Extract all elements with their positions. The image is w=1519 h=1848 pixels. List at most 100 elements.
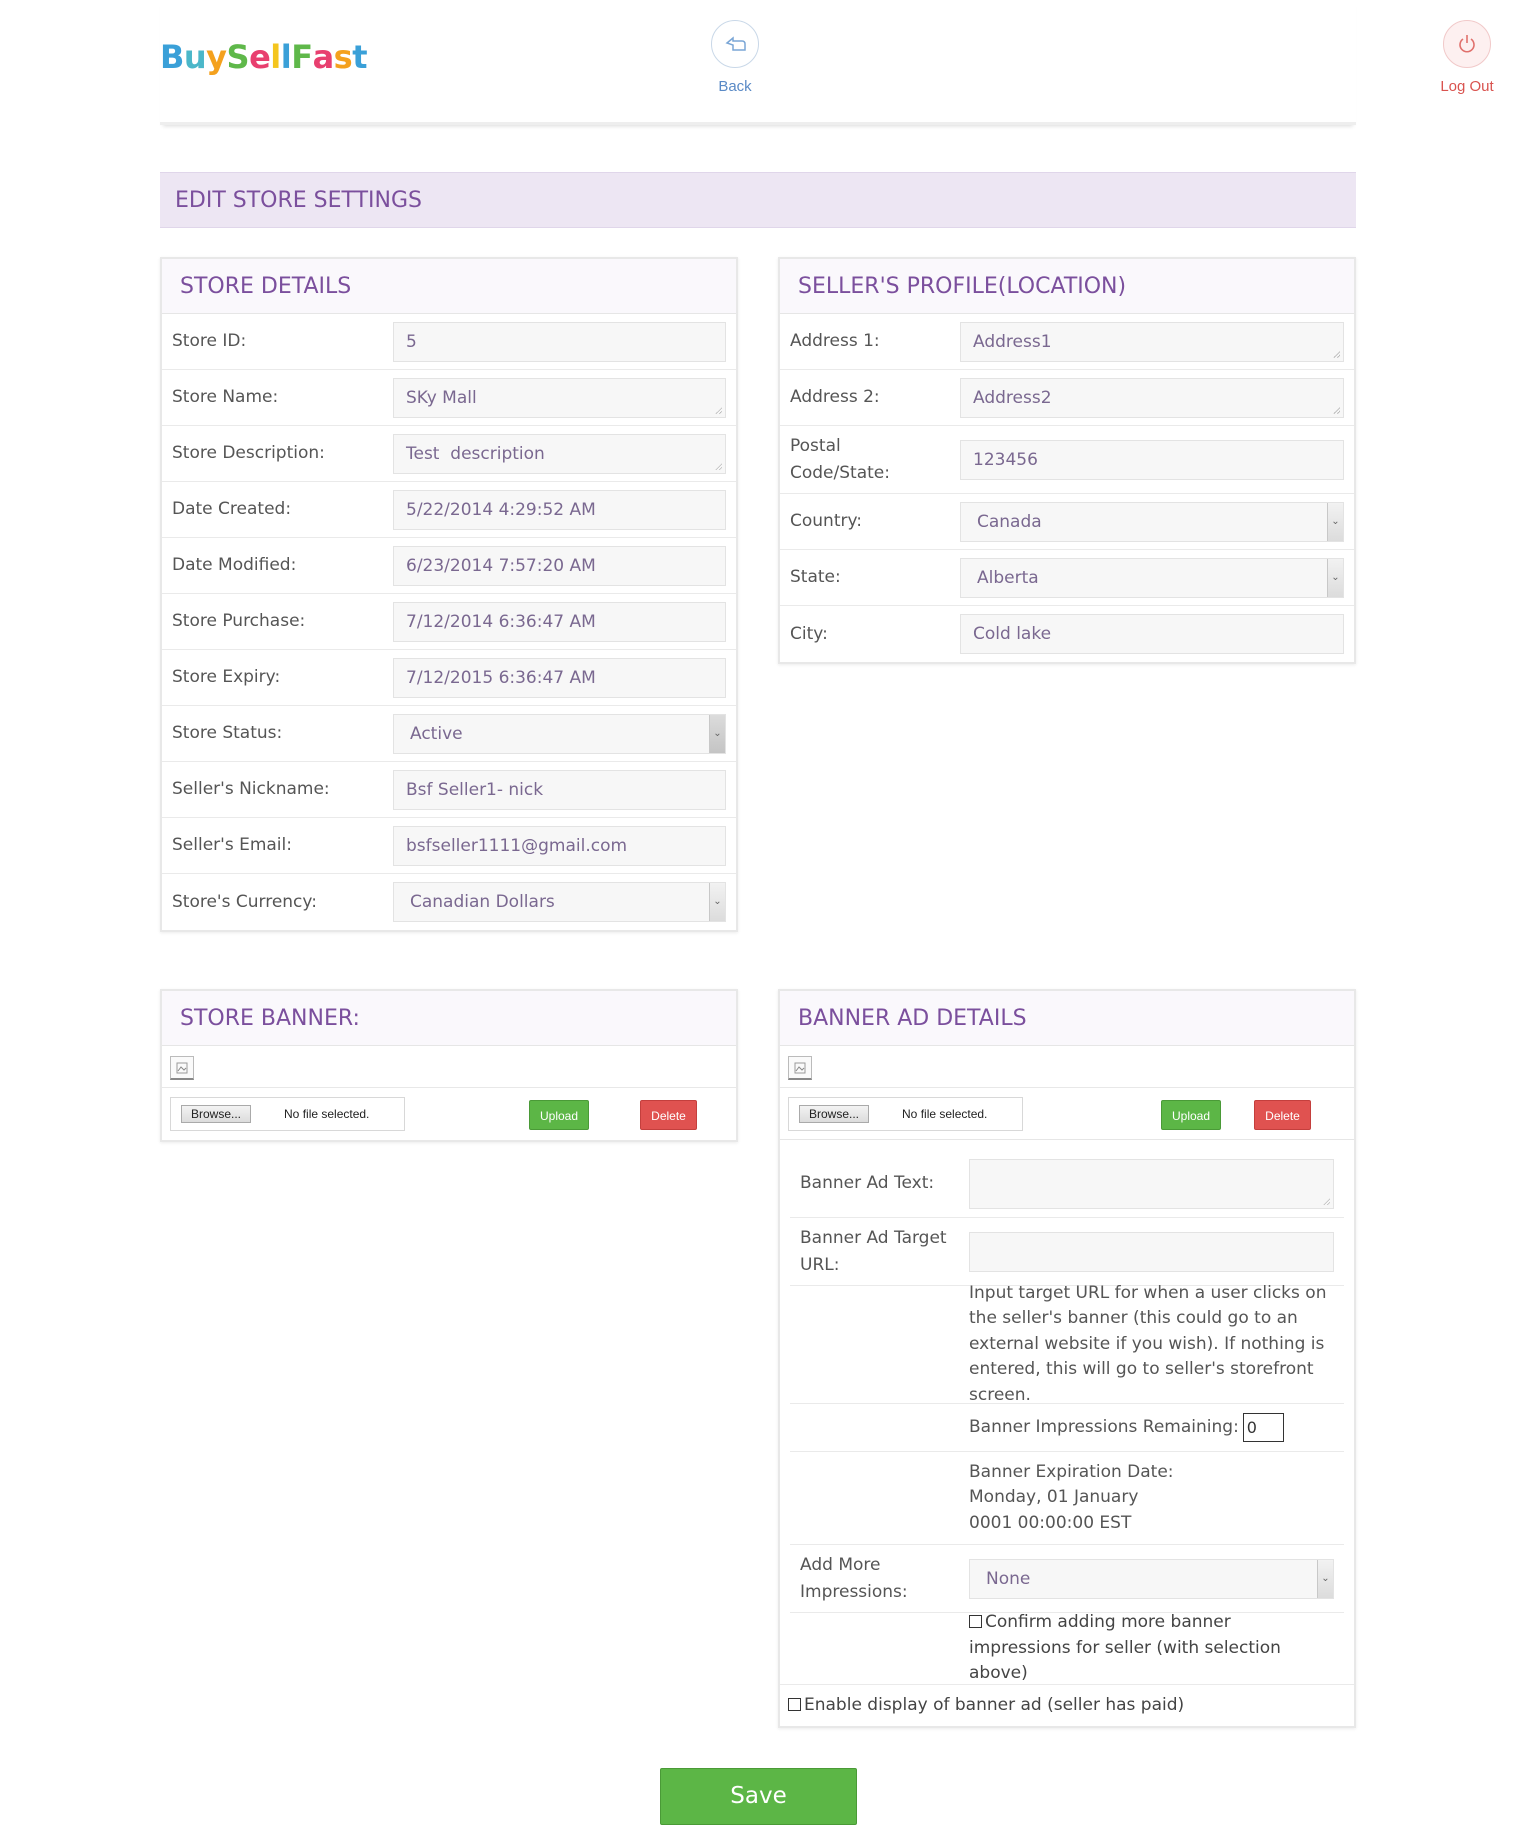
store-description-input[interactable]: Test description (393, 433, 726, 474)
seller-email-label: Seller's Email: (172, 835, 292, 856)
address2-label: Address 2: (790, 387, 880, 408)
store-banner-file-input[interactable]: Browse... No file selected. (170, 1097, 405, 1131)
store-banner-title: STORE BANNER: (180, 1006, 360, 1031)
delete-button[interactable]: Delete (1254, 1100, 1311, 1130)
confirm-row: Confirm adding more banner impressions f… (790, 1610, 1344, 1687)
impressions-remaining-input[interactable]: 0 (1242, 1413, 1284, 1442)
browse-button[interactable]: Browse... (181, 1105, 252, 1123)
file-status: No file selected. (284, 1107, 370, 1121)
banner-ad-form: Banner Ad Text: Banner Ad Target URL: In… (780, 1140, 1354, 1684)
back-button[interactable]: Back (690, 20, 780, 95)
expiration-block: Banner Expiration Date: Monday, 01 Janua… (969, 1460, 1334, 1537)
delete-button[interactable]: Delete (640, 1100, 697, 1130)
app-header: BuySellFast Back Log Out (160, 0, 1494, 125)
state-label: State: (790, 567, 841, 588)
chevron-down-icon: ⌄ (709, 714, 725, 753)
state-value: Alberta (977, 567, 1039, 588)
store-name-input[interactable]: SKy Mall (393, 377, 726, 418)
add-more-value: None (986, 1568, 1031, 1589)
city-row: City: Cold lake (780, 606, 1354, 662)
store-description-label: Store Description: (172, 443, 325, 464)
banner-ad-help-text: Input target URL for when a user clicks … (969, 1282, 1327, 1405)
seller-nickname-row: Seller's Nickname: Bsf Seller1- nick (162, 762, 736, 818)
store-id-label: Store ID: (172, 331, 247, 352)
address1-label: Address 1: (790, 331, 880, 352)
logo[interactable]: BuySellFast (160, 38, 368, 76)
broken-image-icon (170, 1056, 194, 1080)
store-details-panel: STORE DETAILS Store ID: 5 Store Name: SK… (160, 257, 738, 932)
banner-ad-target-label: Banner Ad Target URL: (800, 1228, 947, 1275)
banner-ad-text-input[interactable] (969, 1158, 1334, 1209)
date-modified-field[interactable]: 6/23/2014 7:57:20 AM (393, 545, 726, 586)
store-status-select[interactable]: Active ⌄ (393, 713, 726, 754)
banner-ad-file-input[interactable]: Browse... No file selected. (788, 1096, 1023, 1131)
store-currency-row: Store's Currency: Canadian Dollars ⌄ (162, 874, 736, 930)
address1-row: Address 1: Address1 (780, 314, 1354, 370)
date-created-row: Date Created: 5/22/2014 4:29:52 AM (162, 482, 736, 538)
add-more-row: Add More Impressions: None ⌄ (790, 1545, 1344, 1613)
store-expiry-field[interactable]: 7/12/2015 6:36:47 AM (393, 657, 726, 698)
banner-ad-upload-row: Browse... No file selected. Upload Delet… (780, 1088, 1354, 1140)
banner-ad-help-row: Input target URL for when a user clicks … (790, 1283, 1344, 1405)
store-banner-header: STORE BANNER: (162, 991, 736, 1046)
seller-email-input[interactable]: bsfseller1111@gmail.com (393, 825, 726, 866)
date-modified-row: Date Modified: 6/23/2014 7:57:20 AM (162, 538, 736, 594)
banner-ad-header: BANNER AD DETAILS (780, 991, 1354, 1046)
expiration-label: Banner Expiration Date: (969, 1461, 1174, 1482)
country-select[interactable]: Canada ⌄ (960, 501, 1344, 542)
banner-ad-target-input[interactable] (969, 1231, 1334, 1272)
store-id-field[interactable]: 5 (393, 321, 726, 362)
upload-button[interactable]: Upload (1161, 1100, 1221, 1130)
banner-ad-target-row: Banner Ad Target URL: (790, 1218, 1344, 1286)
address1-input[interactable]: Address1 (960, 321, 1344, 362)
expiration-row: Banner Expiration Date: Monday, 01 Janua… (790, 1452, 1344, 1545)
seller-email-row: Seller's Email: bsfseller1111@gmail.com (162, 818, 736, 874)
banner-ad-text-row: Banner Ad Text: (790, 1150, 1344, 1218)
store-name-row: Store Name: SKy Mall (162, 370, 736, 426)
expiration-value: Monday, 01 January 0001 00:00:00 EST (969, 1487, 1139, 1533)
store-currency-select[interactable]: Canadian Dollars ⌄ (393, 882, 726, 922)
banner-ad-panel: BANNER AD DETAILS Browse... No file sele… (778, 989, 1356, 1728)
seller-profile-header: SELLER'S PROFILE(LOCATION) (780, 259, 1354, 314)
store-purchase-row: Store Purchase: 7/12/2014 6:36:47 AM (162, 594, 736, 650)
state-row: State: Alberta ⌄ (780, 550, 1354, 606)
chevron-down-icon: ⌄ (1317, 1559, 1333, 1598)
store-purchase-label: Store Purchase: (172, 611, 306, 632)
logout-button[interactable]: Log Out (1422, 20, 1512, 95)
file-status: No file selected. (902, 1106, 988, 1121)
address2-input[interactable]: Address2 (960, 377, 1344, 418)
country-label: Country: (790, 511, 863, 532)
chevron-down-icon: ⌄ (1327, 502, 1343, 541)
browse-button[interactable]: Browse... (799, 1104, 870, 1123)
store-name-label: Store Name: (172, 387, 279, 408)
store-details-header: STORE DETAILS (162, 259, 736, 314)
confirm-checkbox-wrap: Confirm adding more banner impressions f… (969, 1610, 1334, 1687)
add-more-select[interactable]: None ⌄ (969, 1558, 1334, 1599)
confirm-label: Confirm adding more banner impressions f… (969, 1612, 1281, 1684)
logout-label: Log Out (1440, 78, 1494, 95)
enable-checkbox[interactable] (788, 1697, 801, 1711)
enable-row: Enable display of banner ad (seller has … (780, 1684, 1354, 1726)
upload-button[interactable]: Upload (529, 1100, 589, 1130)
seller-nickname-input[interactable]: Bsf Seller1- nick (393, 769, 726, 810)
banner-ad-text-label: Banner Ad Text: (800, 1173, 935, 1194)
back-icon (711, 20, 759, 68)
store-purchase-field[interactable]: 7/12/2014 6:36:47 AM (393, 601, 726, 642)
back-label: Back (718, 78, 752, 95)
store-banner-upload-row: Browse... No file selected. Upload Delet… (162, 1088, 736, 1140)
postal-code-input[interactable]: 123456 (960, 439, 1344, 480)
date-modified-label: Date Modified: (172, 555, 297, 576)
enable-checkbox-wrap: Enable display of banner ad (seller has … (788, 1693, 1184, 1719)
city-label: City: (790, 623, 828, 644)
confirm-checkbox[interactable] (969, 1615, 982, 1629)
date-created-field[interactable]: 5/22/2014 4:29:52 AM (393, 489, 726, 530)
save-button[interactable]: Save (660, 1768, 857, 1825)
state-select[interactable]: Alberta ⌄ (960, 557, 1344, 598)
postal-code-label: Postal Code/State: (790, 436, 890, 483)
store-banner-panel: STORE BANNER: Browse... No file selected… (160, 989, 738, 1142)
store-currency-label: Store's Currency: (172, 891, 317, 912)
city-input[interactable]: Cold lake (960, 614, 1344, 654)
store-expiry-label: Store Expiry: (172, 667, 281, 688)
store-status-row: Store Status: Active ⌄ (162, 706, 736, 762)
banner-ad-title: BANNER AD DETAILS (798, 1006, 1027, 1031)
